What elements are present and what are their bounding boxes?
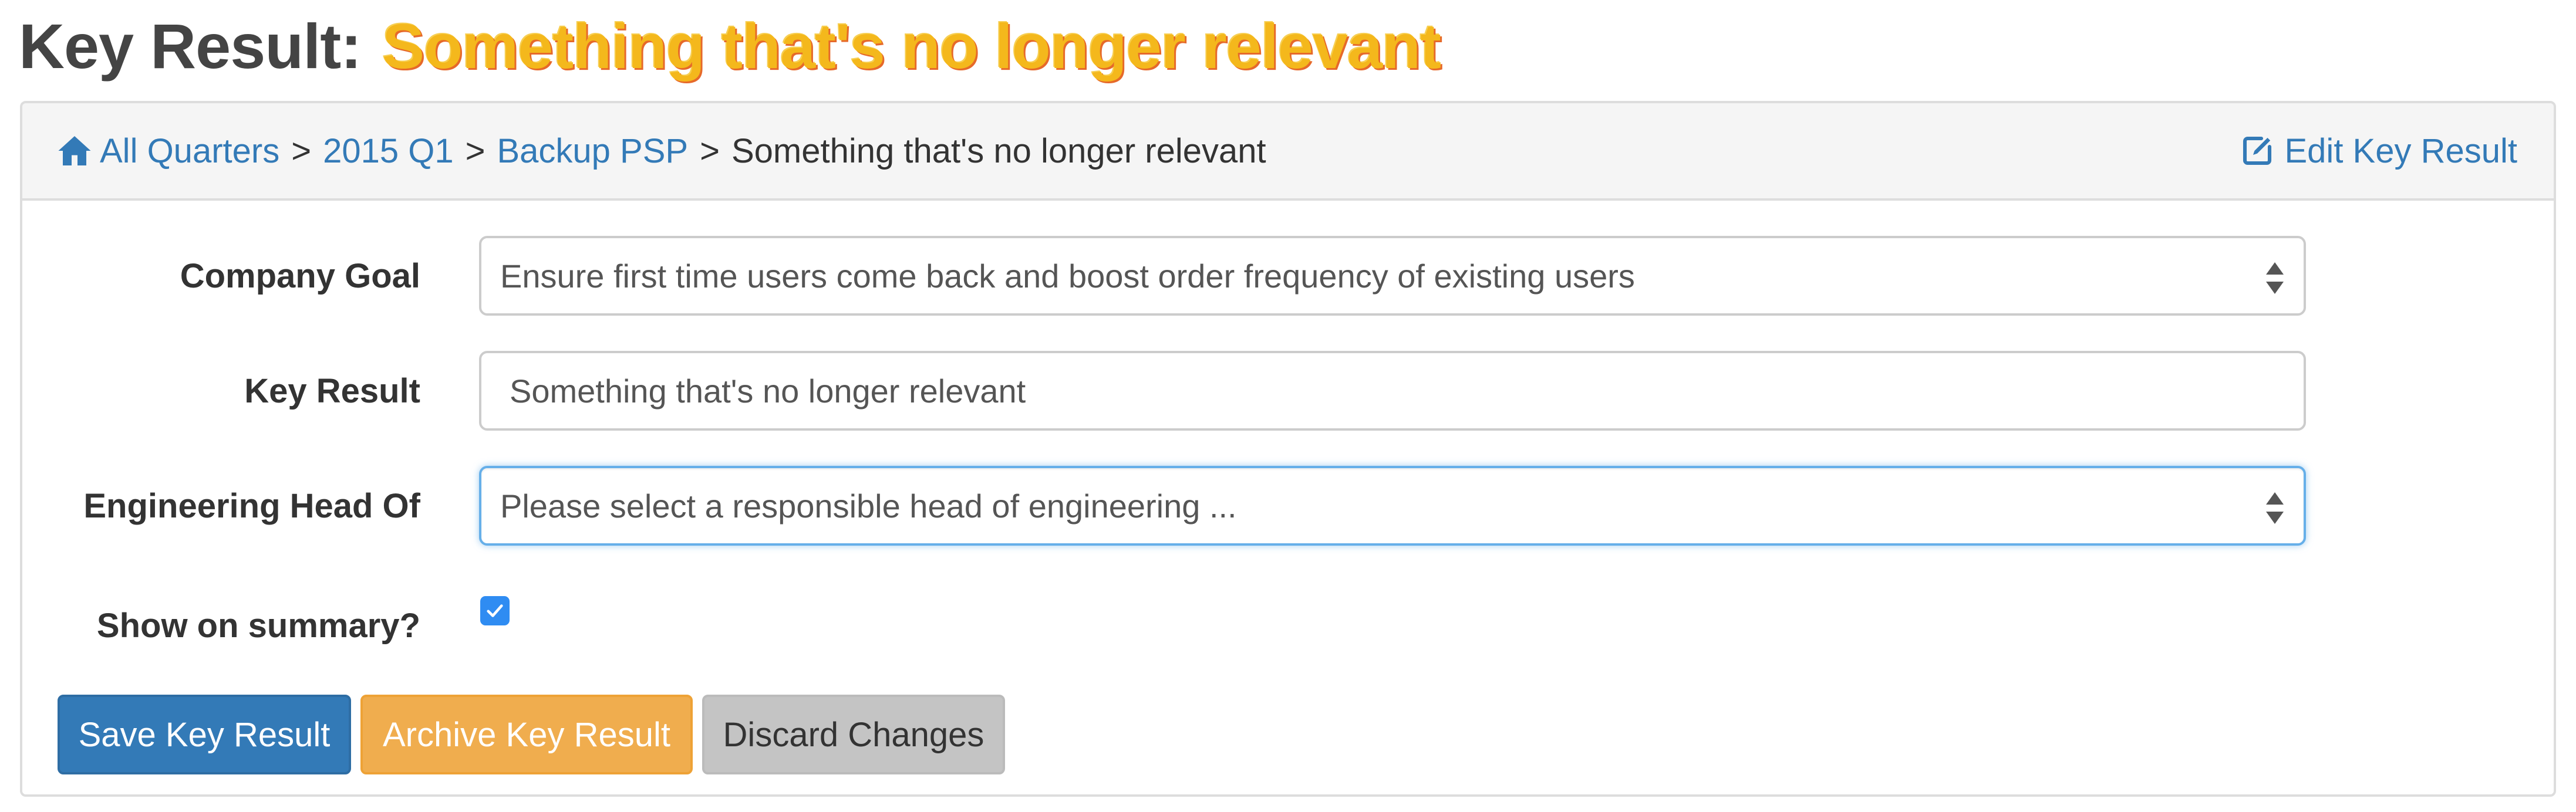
- home-icon: [58, 136, 91, 165]
- page-title: Key Result: Something that's no longer r…: [19, 5, 1441, 87]
- breadcrumb: All Quarters > 2015 Q1 > Backup PSP > So…: [56, 131, 1266, 171]
- key-result-input[interactable]: Something that's no longer relevant: [479, 351, 2306, 431]
- edit-key-result-link[interactable]: Edit Key Result: [2241, 103, 2517, 198]
- page-title-key-result-name: Something that's no longer relevant: [382, 10, 1441, 82]
- page-root: Key Result: Something that's no longer r…: [0, 0, 2576, 812]
- company-goal-value: Ensure first time users come back and bo…: [500, 257, 1635, 295]
- key-result-label: Key Result: [244, 371, 420, 410]
- breadcrumb-goal[interactable]: Backup PSP: [497, 131, 688, 171]
- engineering-head-label: Engineering Head Of: [83, 486, 420, 525]
- key-result-value: Something that's no longer relevant: [510, 372, 1026, 410]
- engineering-head-value: Please select a responsible head of engi…: [500, 487, 1237, 525]
- discard-changes-button[interactable]: Discard Changes: [702, 695, 1005, 774]
- edit-key-result-label: Edit Key Result: [2284, 131, 2517, 170]
- save-key-result-button[interactable]: Save Key Result: [58, 695, 351, 774]
- select-arrows-icon: [2266, 262, 2284, 294]
- panel-heading: All Quarters > 2015 Q1 > Backup PSP > So…: [22, 103, 2554, 201]
- show-on-summary-row: Show on summary?: [22, 586, 2554, 645]
- engineering-head-row: Engineering Head Of Please select a resp…: [22, 466, 2554, 546]
- key-result-row: Key Result Something that's no longer re…: [22, 351, 2554, 431]
- company-goal-row: Company Goal Ensure first time users com…: [22, 236, 2554, 316]
- edit-icon: [2243, 136, 2272, 165]
- company-goal-label: Company Goal: [180, 256, 420, 295]
- breadcrumb-quarter[interactable]: 2015 Q1: [323, 131, 454, 171]
- breadcrumb-separator: >: [291, 131, 312, 170]
- breadcrumb-separator: >: [465, 131, 485, 170]
- breadcrumb-all-quarters-label: All Quarters: [100, 131, 280, 170]
- breadcrumb-separator: >: [700, 131, 720, 170]
- breadcrumb-all-quarters[interactable]: All Quarters: [56, 131, 279, 171]
- show-on-summary-checkbox[interactable]: [480, 596, 510, 625]
- checkmark-icon: [487, 604, 503, 617]
- archive-key-result-button[interactable]: Archive Key Result: [360, 695, 693, 774]
- select-arrows-icon: [2266, 492, 2284, 524]
- key-result-panel: All Quarters > 2015 Q1 > Backup PSP > So…: [20, 101, 2556, 797]
- breadcrumb-current: Something that's no longer relevant: [731, 131, 1266, 170]
- engineering-head-select[interactable]: Please select a responsible head of engi…: [479, 466, 2306, 546]
- company-goal-select[interactable]: Ensure first time users come back and bo…: [479, 236, 2306, 316]
- page-title-prefix: Key Result:: [19, 10, 362, 82]
- show-on-summary-label: Show on summary?: [96, 606, 420, 645]
